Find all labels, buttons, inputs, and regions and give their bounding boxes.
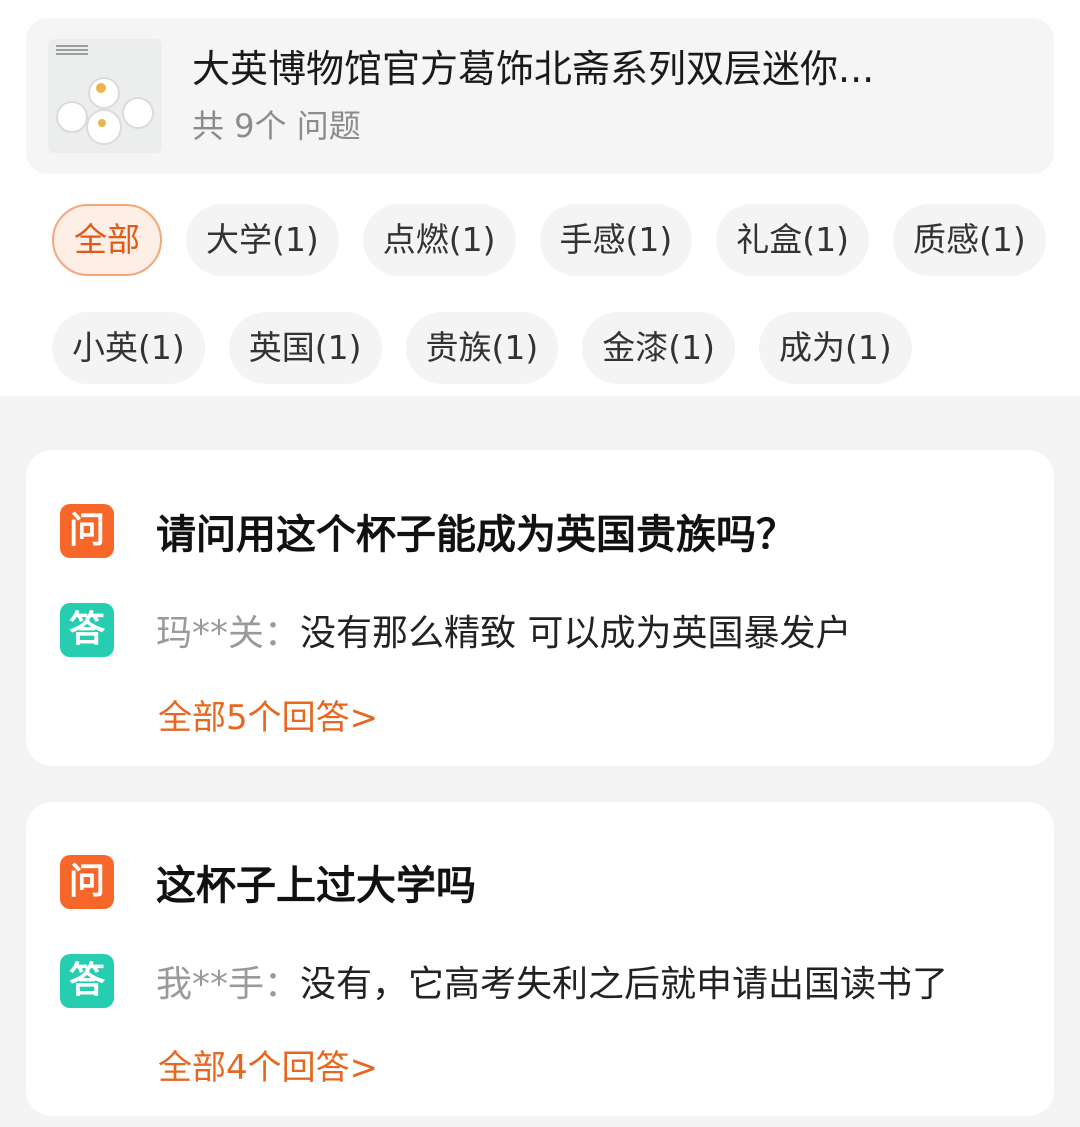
question-row: 问 这杯子上过大学吗 [60,853,476,911]
qa-card[interactable]: 问 这杯子上过大学吗 答 我**手： 没有，它高考失利之后就申请出国读书了 全部… [26,802,1054,1116]
answer-username: 玛**关： [156,613,301,654]
answer-text: 没有，它高考失利之后就申请出国读书了 [300,964,949,1005]
answer-row: 答 玛**关： 没有那么精致 可以成为英国暴发户 [60,603,851,657]
answer-username: 我**手： [156,964,301,1005]
tag-daxue[interactable]: 大学(1) [186,204,339,276]
all-answers-link[interactable]: 全部5个回答> [158,690,378,739]
answer-badge: 答 [60,603,114,657]
museum-logo-icon [56,45,88,55]
answer-badge: 答 [60,954,114,1008]
cup-image-icon [56,101,88,133]
product-title[interactable]: 大英博物馆官方葛饰北斋系列双层迷你... [192,46,874,92]
qa-card[interactable]: 问 请问用这个杯子能成为英国贵族吗？ 答 玛**关： 没有那么精致 可以成为英国… [26,450,1054,766]
question-badge: 问 [60,504,114,558]
all-answers-link[interactable]: 全部4个回答> [158,1040,378,1089]
tag-dianran[interactable]: 点燃(1) [362,204,516,276]
tag-chengwei[interactable]: 成为(1) [759,312,912,384]
tag-zhigan[interactable]: 质感(1) [893,204,1046,276]
header-section: 大英博物馆官方葛饰北斋系列双层迷你... 共 9个 问题 全部 大学(1) 点燃… [0,0,1080,396]
product-thumbnail[interactable] [48,39,162,153]
tag-jinqi[interactable]: 金漆(1) [582,312,735,384]
gold-accent-icon [96,83,106,93]
product-card[interactable]: 大英博物馆官方葛饰北斋系列双层迷你... 共 9个 问题 [26,18,1054,174]
cup-image-icon [88,77,120,109]
cup-image-icon [122,97,154,129]
answer-row: 答 我**手： 没有，它高考失利之后就申请出国读书了 [60,954,948,1008]
tag-filter-list: 全部 大学(1) 点燃(1) 手感(1) 礼盒(1) 质感(1) 小英(1) 英… [26,174,1054,384]
tag-yingguo[interactable]: 英国(1) [228,312,382,384]
product-info: 大英博物馆官方葛饰北斋系列双层迷你... 共 9个 问题 [192,46,874,146]
question-row: 问 请问用这个杯子能成为英国贵族吗？ [60,502,796,560]
tag-all[interactable]: 全部 [52,204,162,276]
tag-shougan[interactable]: 手感(1) [539,204,693,276]
tag-lihe[interactable]: 礼盒(1) [716,204,869,276]
question-count: 共 9个 问题 [192,107,361,145]
cup-image-icon [86,109,122,145]
answer-text: 没有那么精致 可以成为英国暴发户 [300,613,852,654]
tag-guizu[interactable]: 贵族(1) [405,312,559,384]
tag-xiaoying[interactable]: 小英(1) [52,312,205,384]
gold-accent-icon [98,119,106,127]
question-text[interactable]: 请问用这个杯子能成为英国贵族吗？ [156,502,796,560]
question-badge: 问 [60,855,114,909]
question-text[interactable]: 这杯子上过大学吗 [156,853,476,911]
